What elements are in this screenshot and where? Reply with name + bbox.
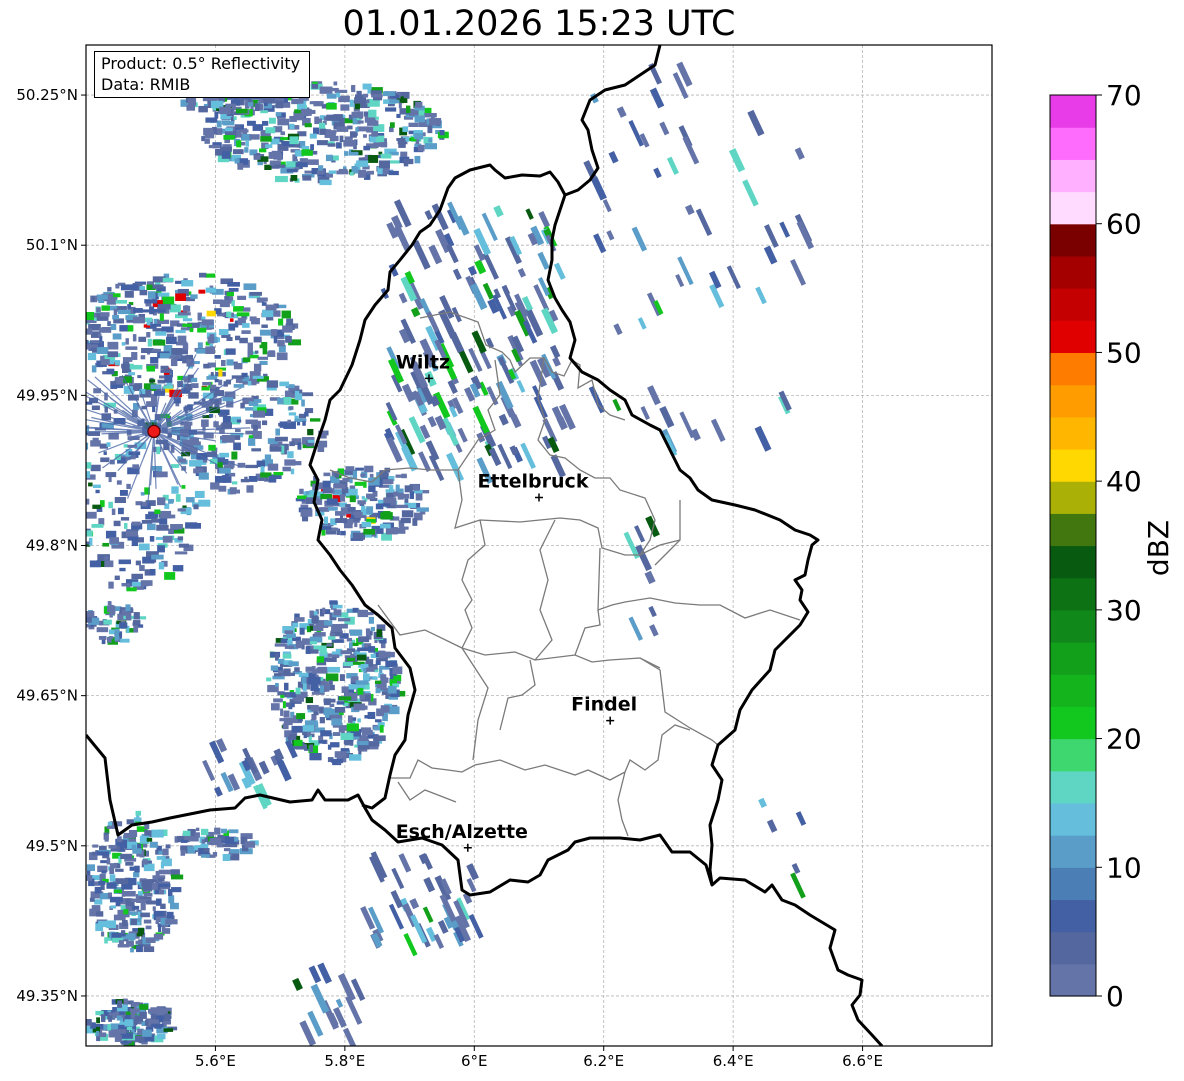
colorbar-swatch (1050, 159, 1096, 193)
colorbar-tick-label: 0 (1106, 980, 1124, 1013)
colorbar-tick-label: 20 (1106, 723, 1142, 756)
radar-site-marker (147, 424, 161, 439)
lon-tick-label: 6.6°E (842, 1052, 883, 1070)
colorbar-swatch (1050, 191, 1096, 225)
colorbar-ticks: 0 10 20 30 40 50 60 70 (1096, 79, 1142, 1013)
lat-tick-label: 49.65°N (16, 687, 78, 705)
colorbar-swatch (1050, 835, 1096, 868)
colorbar-swatch (1050, 223, 1096, 257)
city-label: Ettelbruck (478, 470, 589, 492)
city-label: Findel (571, 694, 637, 716)
lat-tick-label: 49.35°N (16, 987, 78, 1005)
colorbar-swatch (1050, 352, 1096, 386)
city-label: Esch/Alzette (396, 821, 528, 843)
colorbar-swatch (1050, 963, 1096, 997)
colorbar-swatch (1050, 577, 1096, 611)
colorbar-label: dBZ (1142, 520, 1175, 576)
colorbar-swatch (1050, 448, 1096, 482)
reflectivity-echoes (86, 61, 814, 1046)
colorbar-swatch (1050, 642, 1096, 675)
colorbar-swatch (1050, 481, 1096, 514)
colorbar-swatch (1050, 738, 1096, 772)
colorbar-swatch (1050, 320, 1096, 354)
city-marker (606, 716, 615, 725)
lat-tick-label: 49.95°N (16, 386, 78, 404)
colorbar-swatches (1050, 95, 1096, 997)
colorbar-tick-label: 10 (1106, 851, 1142, 884)
colorbar-swatch (1050, 288, 1096, 321)
lon-tick-label: 6.4°E (713, 1052, 754, 1070)
lon-tick-label: 6°E (461, 1052, 488, 1070)
grid-lines (86, 45, 992, 1046)
colorbar-swatch (1050, 899, 1096, 933)
colorbar-tick-label: 70 (1106, 79, 1142, 112)
colorbar-swatch (1050, 931, 1096, 965)
colorbar-swatch (1050, 127, 1096, 160)
colorbar-tick-label: 50 (1106, 336, 1142, 369)
colorbar-tick-label: 30 (1106, 594, 1142, 627)
lat-tick-label: 49.5°N (26, 837, 78, 855)
city-marker (535, 493, 543, 502)
colorbar-swatch (1050, 770, 1096, 804)
radar-map-figure: 5.6°E 5.8°E 6°E 6.2°E 6.4°E 6.6°E 49.35°N 49.5… (16, 44, 1175, 1070)
colorbar-swatch (1050, 674, 1096, 707)
colorbar-swatch (1050, 802, 1096, 836)
lon-tick-label: 6.2°E (583, 1052, 624, 1070)
lat-tick-label: 49.8°N (26, 537, 78, 555)
colorbar-swatch (1050, 545, 1096, 579)
colorbar-swatch (1050, 384, 1096, 418)
colorbar-swatch (1050, 255, 1096, 289)
city-marker (463, 843, 472, 852)
source-text: Data: RMIB (101, 75, 191, 94)
colorbar-swatch (1050, 513, 1096, 547)
lat-tick-label: 50.1°N (26, 236, 78, 254)
colorbar-swatch (1050, 416, 1096, 450)
colorbar-tick-label: 60 (1106, 208, 1142, 241)
lon-tick-label: 5.8°E (324, 1052, 365, 1070)
latitude-axis: 49.35°N 49.5°N 49.65°N 49.8°N 49.95°N 50.1°N 5… (16, 86, 86, 1005)
lon-tick-label: 5.6°E (195, 1052, 236, 1070)
product-text: Product: 0.5° Reflectivity (101, 54, 301, 73)
colorbar-swatch (1050, 706, 1096, 740)
colorbar: 0 10 20 30 40 50 60 70 dBZ (1049, 79, 1175, 1013)
colorbar-swatch (1050, 95, 1096, 128)
radar-site-dot (147, 424, 161, 439)
colorbar-swatch (1050, 609, 1096, 643)
city-label: Wiltz (396, 351, 450, 373)
colorbar-swatch (1050, 867, 1096, 901)
colorbar-tick-label: 40 (1106, 465, 1142, 498)
lat-tick-label: 50.25°N (16, 86, 78, 104)
longitude-axis: 5.6°E 5.8°E 6°E 6.2°E 6.4°E 6.6°E (195, 1046, 883, 1070)
info-box: Product: 0.5° Reflectivity Data: RMIB (94, 51, 310, 98)
